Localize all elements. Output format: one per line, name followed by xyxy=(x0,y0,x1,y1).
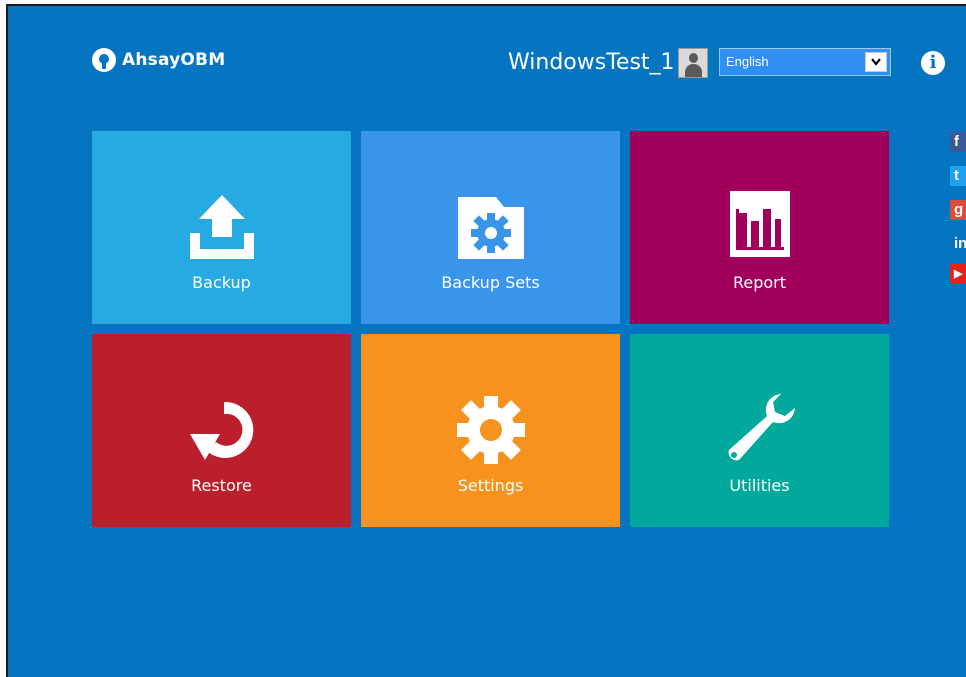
brand-logo: AhsayOBM xyxy=(92,48,225,72)
tile-report[interactable]: Report xyxy=(630,131,889,324)
tile-backup-sets[interactable]: Backup Sets xyxy=(361,131,620,324)
wrench-icon xyxy=(728,394,795,461)
tile-settings[interactable]: Settings xyxy=(361,334,620,527)
user-avatar-icon[interactable] xyxy=(678,48,708,78)
tile-backup[interactable]: Backup xyxy=(92,131,351,324)
linkedin-icon[interactable]: in xyxy=(950,234,966,254)
tile-settings-label: Settings xyxy=(457,476,524,495)
google-plus-icon[interactable]: g xyxy=(950,200,966,220)
bar-chart-icon xyxy=(729,191,790,257)
tile-backup-label: Backup xyxy=(192,273,251,292)
youtube-icon[interactable]: ▶ xyxy=(950,264,966,284)
tile-utilities[interactable]: Utilities xyxy=(630,334,889,527)
tile-report-label: Report xyxy=(732,273,787,292)
restore-icon xyxy=(189,401,253,460)
tile-backup-sets-label: Backup Sets xyxy=(441,273,540,292)
info-icon[interactable]: i xyxy=(921,51,945,75)
chevron-down-icon[interactable] xyxy=(865,52,887,72)
language-selected-value: English xyxy=(726,54,769,69)
gear-icon xyxy=(456,396,525,464)
tile-restore[interactable]: Restore xyxy=(92,334,351,527)
upload-icon xyxy=(189,195,254,259)
tile-restore-label: Restore xyxy=(191,476,252,495)
twitter-icon[interactable]: t xyxy=(950,166,966,186)
tile-utilities-label: Utilities xyxy=(729,476,790,495)
brand-name: AhsayOBM xyxy=(122,50,226,70)
ahsay-logo-icon xyxy=(92,48,116,72)
facebook-icon[interactable]: f xyxy=(950,132,966,152)
username-label: WindowsTest_1 xyxy=(508,50,675,75)
language-select[interactable]: English xyxy=(719,48,891,76)
app-window: AhsayOBM WindowsTest_1 English i Backup xyxy=(6,4,966,677)
folder-gear-icon xyxy=(457,197,524,259)
